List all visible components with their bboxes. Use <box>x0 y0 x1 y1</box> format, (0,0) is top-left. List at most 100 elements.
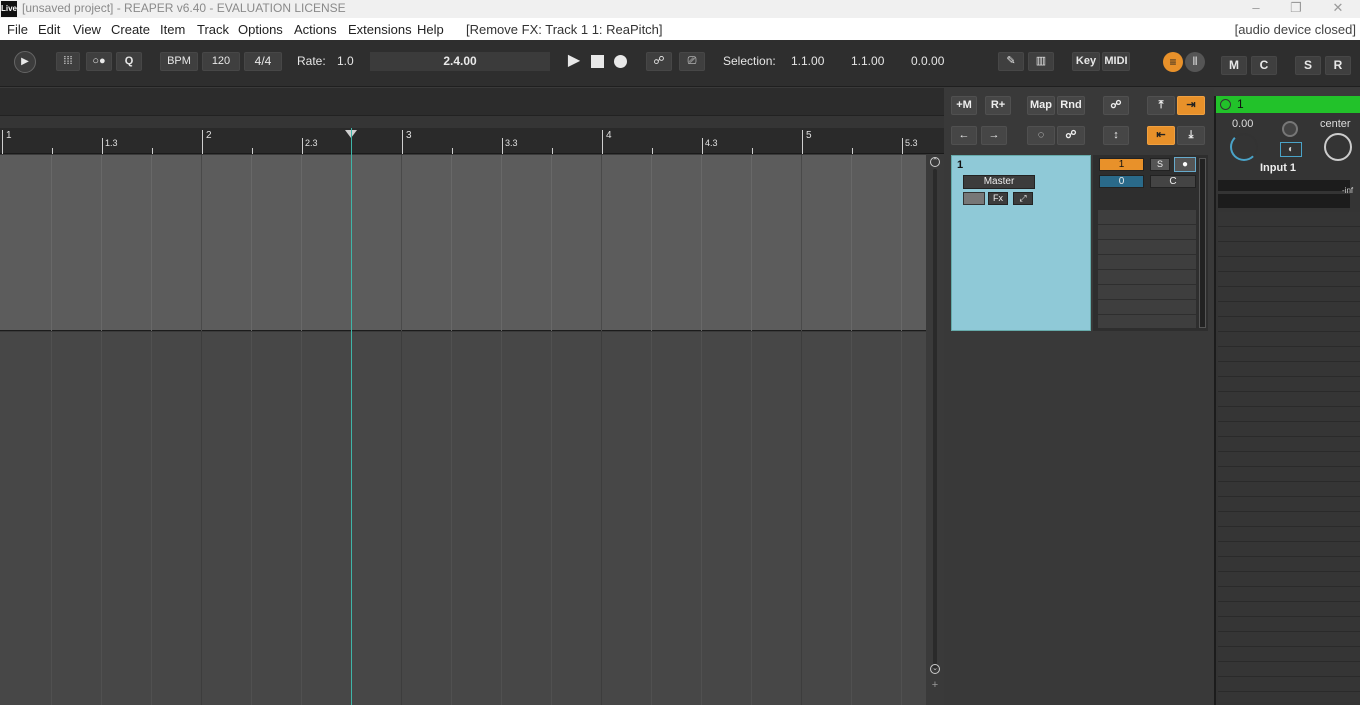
ruler-tick <box>402 130 403 154</box>
grid-line <box>901 332 902 705</box>
arrange-toolbar-strip <box>0 88 944 116</box>
fx-slot-list[interactable] <box>1098 210 1196 328</box>
random-button[interactable]: Rnd <box>1057 96 1085 115</box>
solo-button[interactable]: S <box>1150 158 1170 171</box>
track-meter <box>1199 158 1206 328</box>
pan-knob-icon[interactable] <box>1324 133 1352 161</box>
zoom-bottom-icon[interactable]: ⌄ <box>930 664 940 674</box>
track-color-swatch[interactable] <box>963 192 985 205</box>
bpm-value[interactable]: 120 <box>202 52 240 71</box>
map-button[interactable]: Map <box>1027 96 1055 115</box>
ruler-tick <box>2 130 3 154</box>
grid-line <box>551 155 552 331</box>
scrollbar-track[interactable] <box>933 169 937 669</box>
zoom-plus-icon[interactable]: + <box>930 680 940 691</box>
ruler-label: 5.3 <box>905 138 918 148</box>
minimize-icon[interactable]: – <box>1236 0 1276 18</box>
vertical-scrollbar[interactable]: ⌃ ⌄ + <box>926 155 944 705</box>
menu-item[interactable]: Item <box>160 22 185 37</box>
add-marker-button[interactable]: +M <box>951 96 977 115</box>
arrange-empty-area[interactable] <box>0 332 926 705</box>
record-icon[interactable] <box>614 55 627 68</box>
mixer-track-header[interactable]: 1 <box>1216 96 1360 113</box>
quantize-button[interactable]: Q <box>116 52 142 71</box>
menu-actions[interactable]: Actions <box>294 22 337 37</box>
record-arm-all-button[interactable]: R <box>1325 56 1351 75</box>
link-small-icon[interactable]: ☍ <box>1057 126 1085 145</box>
menu-edit[interactable]: Edit <box>38 22 60 37</box>
zoom-top-icon[interactable]: ⌃ <box>930 157 940 167</box>
record-arm-circle-icon[interactable] <box>1220 99 1231 110</box>
vertical-resize-icon[interactable]: ↕ <box>1103 126 1129 145</box>
channel-button[interactable]: C <box>1150 175 1196 188</box>
bpm-button[interactable]: BPM <box>160 52 198 71</box>
repeat-icon[interactable]: ⎚ <box>679 52 705 71</box>
pan-field[interactable]: 0 <box>1099 175 1144 188</box>
mixer-fx-area[interactable] <box>1218 212 1360 702</box>
menu-extensions[interactable]: Extensions <box>348 22 412 37</box>
restore-icon[interactable]: ❐ <box>1276 0 1316 18</box>
track-name-field[interactable]: Master <box>963 175 1035 189</box>
audio-device-status[interactable]: [audio device closed] <box>1235 22 1356 37</box>
grid-line <box>651 155 652 331</box>
envelope-icon[interactable]: ◌ <box>1027 126 1055 145</box>
mute-all-button[interactable]: M <box>1221 56 1247 75</box>
mixer-view-icon[interactable]: ⦀ <box>1185 52 1205 72</box>
menu-file[interactable]: File <box>7 22 28 37</box>
width-knob-icon[interactable] <box>1282 121 1298 137</box>
ruler-label: 4 <box>606 130 612 141</box>
clear-button[interactable]: C <box>1251 56 1277 75</box>
ruler-tick <box>502 138 503 154</box>
grid-line <box>851 155 852 331</box>
menu-view[interactable]: View <box>73 22 101 37</box>
arrow-left-icon[interactable]: ← <box>951 126 977 145</box>
master-track-header[interactable]: 1 Master Fx ⤢ <box>951 155 1091 331</box>
selection-start[interactable]: 1.1.00 <box>791 54 824 68</box>
play-circle-icon[interactable]: ▶ <box>14 51 36 73</box>
grid-icon[interactable]: ⁞⁞⁞ <box>56 52 80 71</box>
play-icon[interactable]: ▶ <box>565 51 583 71</box>
fx-button[interactable]: Fx <box>988 192 1008 205</box>
rate-value[interactable]: 1.0 <box>337 54 354 68</box>
metronome-link-icon[interactable]: ☍ <box>646 52 672 71</box>
pencil-icon[interactable]: ✎ <box>998 52 1024 71</box>
piano-icon[interactable]: ▥ <box>1028 52 1054 71</box>
list-view-icon[interactable]: ≡ <box>1163 52 1183 72</box>
ruler-minor-tick <box>752 148 753 154</box>
arrow-right-icon[interactable]: → <box>981 126 1007 145</box>
solo-all-button[interactable]: S <box>1295 56 1321 75</box>
top-align-icon[interactable]: ⤒ <box>1147 96 1175 115</box>
bottom-align-icon[interactable]: ⤓ <box>1177 126 1205 145</box>
link-icon[interactable]: ☍ <box>1103 96 1129 115</box>
close-icon[interactable]: ✕ <box>1318 0 1358 18</box>
collapse-icon[interactable]: ⇤ <box>1147 126 1175 145</box>
key-button[interactable]: Key <box>1072 52 1100 71</box>
expand-icon[interactable]: ⤢ <box>1013 192 1033 205</box>
grid-line <box>401 155 402 331</box>
selection-end[interactable]: 1.1.00 <box>851 54 884 68</box>
grid-line <box>201 332 202 705</box>
selection-label: Selection: <box>723 54 776 68</box>
phase-button[interactable]: ◐ <box>1280 142 1302 157</box>
grid-line <box>451 155 452 331</box>
record-arm-icon[interactable]: ● <box>1174 157 1196 172</box>
menu-track[interactable]: Track <box>197 22 229 37</box>
volume-knob-icon[interactable] <box>1230 133 1258 161</box>
menu-create[interactable]: Create <box>111 22 150 37</box>
midi-button[interactable]: MIDI <box>1102 52 1130 71</box>
menu-options[interactable]: Options <box>238 22 283 37</box>
position-display[interactable]: 2.4.00 <box>370 52 550 71</box>
ruler-label: 2.3 <box>305 138 318 148</box>
loop-record-icon[interactable]: ○● <box>86 52 112 71</box>
add-region-button[interactable]: R+ <box>985 96 1011 115</box>
track-lane-master[interactable] <box>0 155 926 331</box>
grid-line <box>651 332 652 705</box>
menu-help[interactable]: Help <box>417 22 444 37</box>
time-signature[interactable]: 4/4 <box>244 52 282 71</box>
timeline-ruler[interactable]: 1 1.3 2 2.3 3 3.3 4 4.3 5 5.3 <box>0 128 944 154</box>
right-align-icon[interactable]: ⇥ <box>1177 96 1205 115</box>
volume-field[interactable]: 1 <box>1099 158 1144 171</box>
selection-length[interactable]: 0.0.00 <box>911 54 944 68</box>
stop-icon[interactable] <box>591 55 604 68</box>
input-label[interactable]: Input 1 <box>1260 162 1296 174</box>
